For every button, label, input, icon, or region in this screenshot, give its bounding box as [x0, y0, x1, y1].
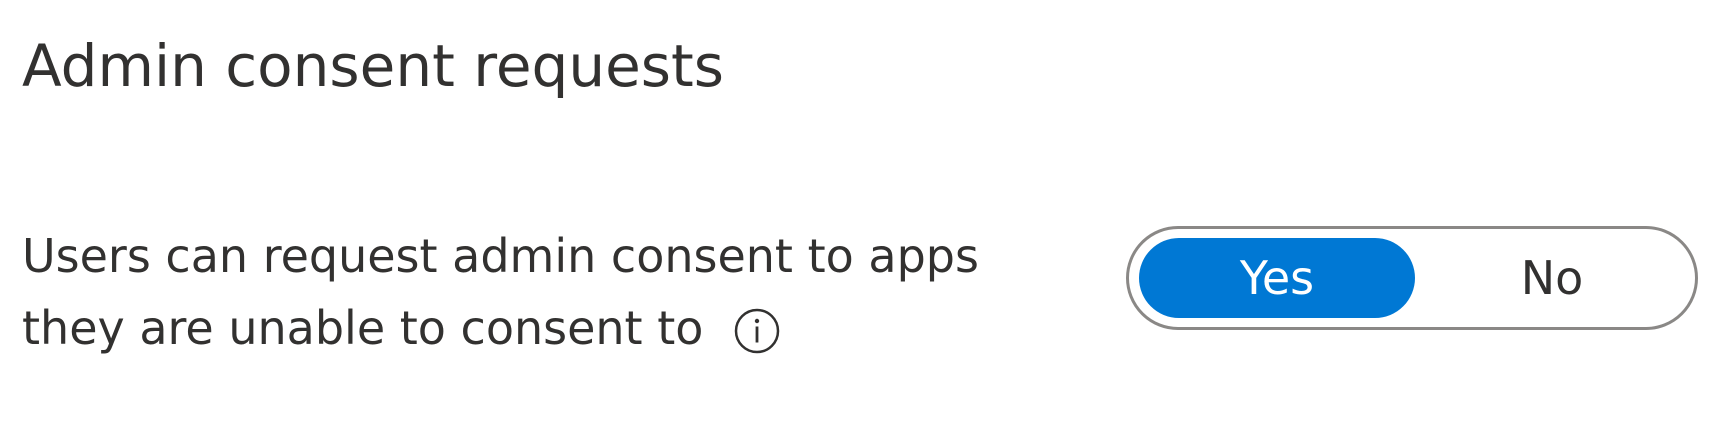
setting-label-line-1: Users can request admin consent to apps [22, 229, 979, 283]
consent-requests-toggle[interactable]: Yes No [1126, 226, 1698, 330]
page-title: Admin consent requests [22, 32, 724, 100]
toggle-option-yes[interactable]: Yes [1139, 238, 1415, 318]
info-icon[interactable] [733, 303, 781, 353]
setting-label: Users can request admin consent to apps … [22, 220, 1102, 364]
setting-label-line-2-wrap: they are unable to consent to [22, 292, 1102, 364]
setting-label-line-2: they are unable to consent to [22, 301, 704, 355]
toggle-option-no[interactable]: No [1419, 238, 1685, 318]
